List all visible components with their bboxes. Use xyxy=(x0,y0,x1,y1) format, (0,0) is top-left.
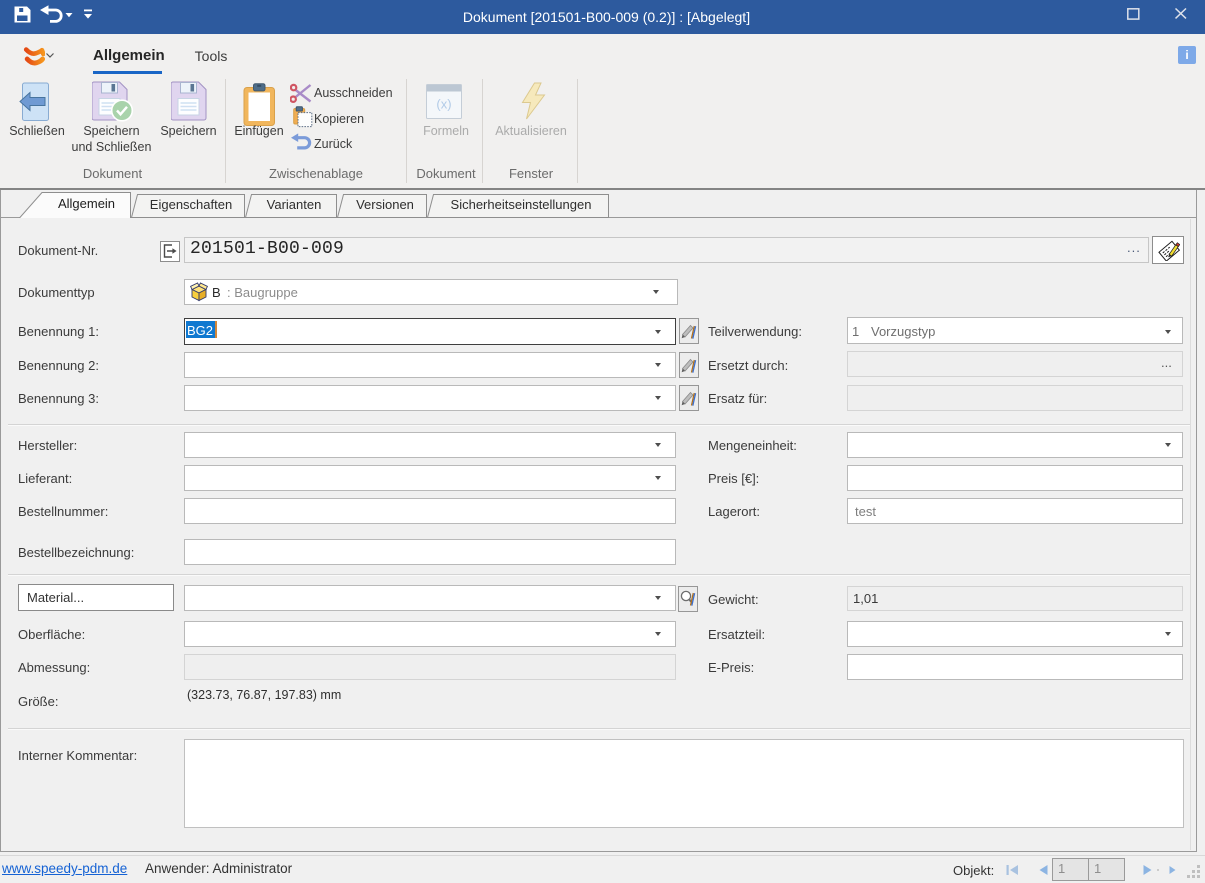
svg-text:(x): (x) xyxy=(436,97,451,112)
